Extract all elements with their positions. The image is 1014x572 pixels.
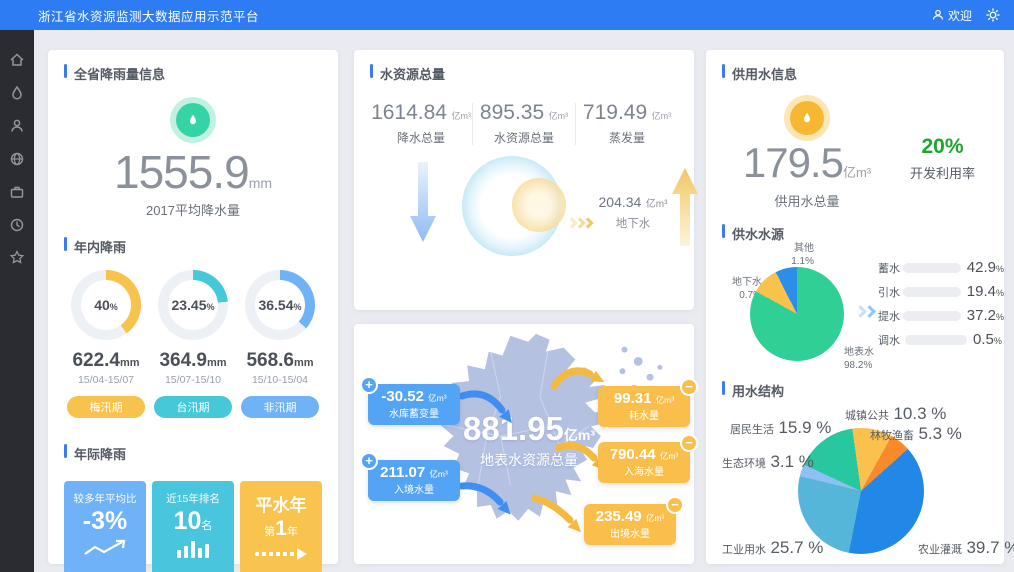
dashed-arrow-icon (255, 549, 307, 559)
badge-feixun: 非汛期 (241, 396, 319, 418)
water-bubble-yellow (512, 178, 566, 232)
callout-inflow: + 211.07 亿m³ 入境水量 (368, 460, 460, 501)
avg-rainfall-hero: 1555.9mm 2017平均降水量 (64, 97, 322, 219)
badge-meixun: 梅汛期 (67, 396, 145, 418)
gear-icon[interactable] (986, 8, 1000, 22)
section-title-sources: 供水水源 (722, 224, 988, 243)
down-arrow-icon (408, 162, 438, 244)
globe-icon[interactable] (9, 151, 25, 167)
arrow-in-top (458, 384, 516, 426)
topbar: 浙江省水资源监测大数据应用示范平台 欢迎 (0, 0, 1014, 30)
avg-rainfall-value: 1555.9mm (64, 147, 322, 198)
rain-drop-icon (170, 97, 216, 143)
donut-meixun: 40% 622.4mm 15/04-15/07 梅汛期 (64, 270, 148, 418)
donut-taixun: 23.45% 364.9mm 15/07-15/10 台汛期 (151, 270, 235, 418)
supply-total-label: 供用水总量 (722, 191, 892, 210)
supply-total-value: 179.5亿m³ (722, 141, 892, 185)
arrow-out-bottom (532, 492, 584, 534)
minus-icon: − (680, 434, 698, 452)
bar-row-transfer: 调水 0.5% (878, 331, 1004, 348)
water-cycle-graphic: 204.34 亿m³ 地下水 (370, 152, 678, 312)
pie-label-other: 其他1.1% (770, 243, 814, 268)
arrow-out-top (550, 362, 604, 400)
bar-row-diversion: 引水 19.4% (878, 283, 1004, 300)
section-title-structure: 用水结构 (722, 381, 988, 400)
section-title-resources: 水资源总量 (370, 64, 678, 83)
section-title-interannual: 年际降雨 (64, 444, 322, 463)
label-forestry: 林牧渔畜 5.3 % (870, 424, 962, 444)
donut-chart: 40% (71, 270, 141, 340)
surface-water-map-card: 881.95亿m³ 地表水资源总量 + -30.52 亿m³ 水库蓄变量 + 2… (354, 324, 694, 564)
section-title-rainfall: 全省降雨量信息 (64, 64, 322, 83)
label-urban-public: 城镇公共 10.3 % (845, 404, 946, 424)
welcome-label: 欢迎 (948, 7, 972, 24)
annual-rain-donuts: 40% 622.4mm 15/04-15/07 梅汛期 23.45% 364.9… (64, 270, 322, 418)
callout-consumption: − 99.31 亿m³ 耗水量 (598, 386, 690, 427)
card-rank: 近15年排名 10名 (152, 481, 234, 572)
groundwater-stat: 204.34 亿m³ 地下水 (594, 194, 672, 231)
supply-sources-chart: 其他1.1% 地下水0.7% 地表水98.2% 蓄水 42.9% 引水 19.4… (722, 251, 988, 375)
usage-structure-chart: 城镇公共 10.3 % 林牧渔畜 5.3 % 农业灌溉 39.7 % 工业用水 … (722, 406, 988, 572)
sources-pie-chart (750, 267, 844, 361)
sidebar (0, 30, 34, 572)
callout-reservoir-change: + -30.52 亿m³ 水库蓄变量 (368, 384, 460, 425)
card-water-year: 平水年 第1年 (240, 481, 322, 572)
clock-icon[interactable] (9, 217, 25, 233)
badge-taixun: 台汛期 (154, 396, 232, 418)
medal-icon[interactable] (9, 250, 25, 266)
chevrons-right-icon (568, 214, 592, 232)
welcome-menu[interactable]: 欢迎 (932, 7, 972, 24)
label-ecology: 生态环境 3.1 % (722, 452, 814, 472)
bar-row-storage: 蓄水 42.9% (878, 259, 1004, 276)
water-supply-card: 供用水信息 179.5亿m³ 供用水总量 20% 开发利用率 供水水源 其他1.… (706, 50, 1004, 564)
user-icon (932, 9, 944, 21)
up-arrow-icon (670, 168, 700, 246)
donut-chart: 36.54% (245, 270, 315, 340)
home-icon[interactable] (9, 52, 25, 68)
water-resources-card: 水资源总量 1614.84 亿m³ 降水总量 895.35 亿m³ 水资源总量 … (354, 50, 694, 310)
stat-total-resources: 895.35 亿m³ 水资源总量 (473, 101, 575, 146)
plus-icon: + (360, 452, 378, 470)
bar-row-pumping: 提水 37.2% (878, 307, 1004, 324)
label-industrial: 工业用水 25.7 % (722, 538, 823, 558)
bar-chart-icon (152, 540, 234, 558)
callout-outflow: − 235.49 亿m³ 出境水量 (584, 504, 676, 545)
interannual-cards: 较多年平均比 -3% 近15年排名 10名 平水年 第1年 (64, 481, 322, 572)
section-title-supply: 供用水信息 (722, 64, 988, 83)
stat-evaporation: 719.49 亿m³ 蒸发量 (576, 101, 678, 146)
donut-chart: 23.45% (158, 270, 228, 340)
donut-feixun: 36.54% 568.6mm 15/10-15/04 非汛期 (238, 270, 322, 418)
briefcase-icon[interactable] (9, 184, 25, 200)
water-drop-icon[interactable] (9, 85, 25, 101)
avg-rainfall-caption: 2017平均降水量 (64, 200, 322, 219)
sources-bar-list: 蓄水 42.9% 引水 19.4% 提水 37.2% 调水 0.5% (878, 259, 1004, 355)
utilization-rate: 20% 开发利用率 (910, 135, 975, 182)
chevrons-right-icon (856, 303, 874, 321)
supply-drop-icon (784, 95, 830, 141)
app-title: 浙江省水资源监测大数据应用示范平台 (38, 6, 259, 25)
label-residential: 居民生活 15.9 % (730, 418, 831, 438)
label-agriculture: 农业灌溉 39.7 % (918, 538, 1014, 558)
minus-icon: − (680, 378, 698, 396)
user-stats-icon[interactable] (9, 118, 25, 134)
arrow-in-bottom (458, 476, 516, 520)
supply-hero: 179.5亿m³ 供用水总量 20% 开发利用率 (722, 95, 988, 210)
stat-precipitation: 1614.84 亿m³ 降水总量 (370, 101, 472, 146)
plus-icon: + (360, 376, 378, 394)
callout-to-sea: − 790.44 亿m³ 入海水量 (598, 442, 690, 483)
section-title-annual-rain: 年内降雨 (64, 237, 322, 256)
structure-pie-chart (798, 428, 924, 554)
card-vs-average: 较多年平均比 -3% (64, 481, 146, 572)
trend-line-icon (82, 539, 128, 559)
rainfall-card: 全省降雨量信息 1555.9mm 2017平均降水量 年内降雨 40% 622.… (48, 50, 338, 564)
minus-icon: − (666, 496, 684, 514)
resources-stats: 1614.84 亿m³ 降水总量 895.35 亿m³ 水资源总量 719.49… (370, 101, 678, 146)
